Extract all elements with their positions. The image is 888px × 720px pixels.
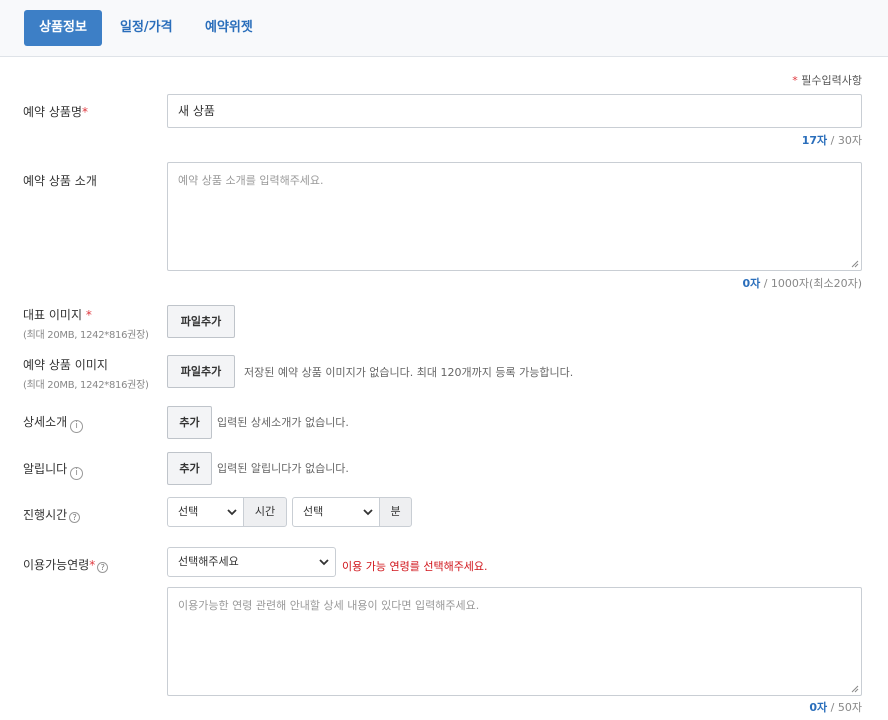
age-detail-count: 0자 bbox=[809, 701, 828, 714]
age-label: 이용가능연령*? bbox=[23, 556, 109, 573]
required-star: * bbox=[792, 74, 798, 87]
product-intro-textarea[interactable]: 예약 상품 소개를 입력해주세요. bbox=[167, 162, 862, 271]
tab-schedule-price[interactable]: 일정/가격 bbox=[106, 10, 187, 46]
product-images-sub: (최대 20MB, 1242*816권장) bbox=[23, 380, 149, 391]
duration-label: 진행시간? bbox=[23, 506, 81, 523]
product-name-count: 17자 bbox=[801, 134, 828, 147]
notice-hint: 입력된 알립니다가 없습니다. bbox=[217, 462, 349, 475]
duration-label-text: 진행시간 bbox=[23, 508, 68, 522]
required-star: * bbox=[85, 308, 92, 322]
duration-minute-value: 선택 bbox=[303, 505, 324, 518]
product-intro-placeholder: 예약 상품 소개를 입력해주세요. bbox=[178, 174, 324, 187]
detail-label: 상세소개 i bbox=[23, 413, 84, 433]
main-image-label: 대표 이미지 * (최대 20MB, 1242*816권장) bbox=[23, 306, 149, 341]
product-name-counter: 17자 / 30자 bbox=[802, 132, 862, 148]
product-intro-counter: 0자 / 1000자(최소20자) bbox=[742, 275, 862, 291]
help-icon[interactable]: ? bbox=[69, 512, 81, 523]
main-image-add-file-button[interactable]: 파일추가 bbox=[167, 305, 235, 338]
detail-hint: 입력된 상세소개가 없습니다. bbox=[217, 416, 349, 429]
product-intro-max: / 1000자(최소20자) bbox=[760, 277, 862, 290]
age-detail-textarea[interactable]: 이용가능한 연령 관련해 안내할 상세 내용이 있다면 입력해주세요. bbox=[167, 587, 862, 696]
product-intro-label-text: 예약 상품 소개 bbox=[23, 174, 97, 188]
product-name-max: / 30자 bbox=[827, 134, 862, 147]
resize-grip-icon[interactable] bbox=[851, 260, 859, 268]
required-note-text: 필수입력사항 bbox=[801, 74, 862, 87]
notice-label-text: 알립니다 bbox=[23, 462, 68, 476]
required-star: * bbox=[89, 558, 96, 572]
age-detail-placeholder: 이용가능한 연령 관련해 안내할 상세 내용이 있다면 입력해주세요. bbox=[178, 599, 480, 612]
chevron-down-icon bbox=[319, 559, 329, 566]
product-name-label-text: 예약 상품명 bbox=[23, 105, 83, 119]
age-detail-max: / 50자 bbox=[827, 701, 862, 714]
chevron-down-icon bbox=[363, 509, 373, 516]
product-intro-count: 0자 bbox=[742, 277, 761, 290]
detail-add-button[interactable]: 추가 bbox=[167, 406, 212, 439]
product-intro-label: 예약 상품 소개 bbox=[23, 172, 97, 189]
age-label-text: 이용가능연령 bbox=[23, 558, 90, 572]
info-icon[interactable]: i bbox=[70, 420, 84, 433]
duration-minute-select[interactable]: 선택 bbox=[292, 497, 380, 527]
notice-label: 알립니다 i bbox=[23, 460, 84, 480]
tab-reservation-widget[interactable]: 예약위젯 bbox=[191, 10, 267, 46]
tab-bar: 상품정보 일정/가격 예약위젯 bbox=[0, 0, 888, 57]
main-image-sub: (최대 20MB, 1242*816권장) bbox=[23, 330, 149, 341]
chevron-down-icon bbox=[227, 509, 237, 516]
product-images-label-text: 예약 상품 이미지 bbox=[23, 358, 108, 372]
duration-hour-select[interactable]: 선택 bbox=[167, 497, 244, 527]
tab-product-info[interactable]: 상품정보 bbox=[24, 10, 102, 46]
required-note: * 필수입력사항 bbox=[792, 72, 862, 88]
info-icon[interactable]: i bbox=[70, 467, 84, 480]
product-images-hint: 저장된 예약 상품 이미지가 없습니다. 최대 120개까지 등록 가능합니다. bbox=[244, 366, 574, 379]
main-image-label-text: 대표 이미지 bbox=[23, 308, 83, 322]
duration-minute-unit: 분 bbox=[379, 497, 412, 527]
duration-hour-value: 선택 bbox=[178, 505, 199, 518]
resize-grip-icon[interactable] bbox=[851, 685, 859, 693]
age-detail-counter: 0자 / 50자 bbox=[809, 699, 862, 715]
duration-hour-unit: 시간 bbox=[243, 497, 287, 527]
age-select-value: 선택해주세요 bbox=[178, 555, 239, 568]
product-name-input[interactable]: 새 상품 bbox=[167, 94, 862, 128]
help-icon[interactable]: ? bbox=[97, 562, 109, 573]
product-images-add-file-button[interactable]: 파일추가 bbox=[167, 355, 235, 388]
age-select[interactable]: 선택해주세요 bbox=[167, 547, 336, 577]
age-error: 이용 가능 연령를 선택해주세요. bbox=[342, 560, 488, 573]
required-star: * bbox=[82, 105, 89, 119]
notice-add-button[interactable]: 추가 bbox=[167, 452, 212, 485]
product-name-label: 예약 상품명* bbox=[23, 103, 88, 120]
product-images-label: 예약 상품 이미지 (최대 20MB, 1242*816권장) bbox=[23, 356, 149, 391]
detail-label-text: 상세소개 bbox=[23, 415, 68, 429]
